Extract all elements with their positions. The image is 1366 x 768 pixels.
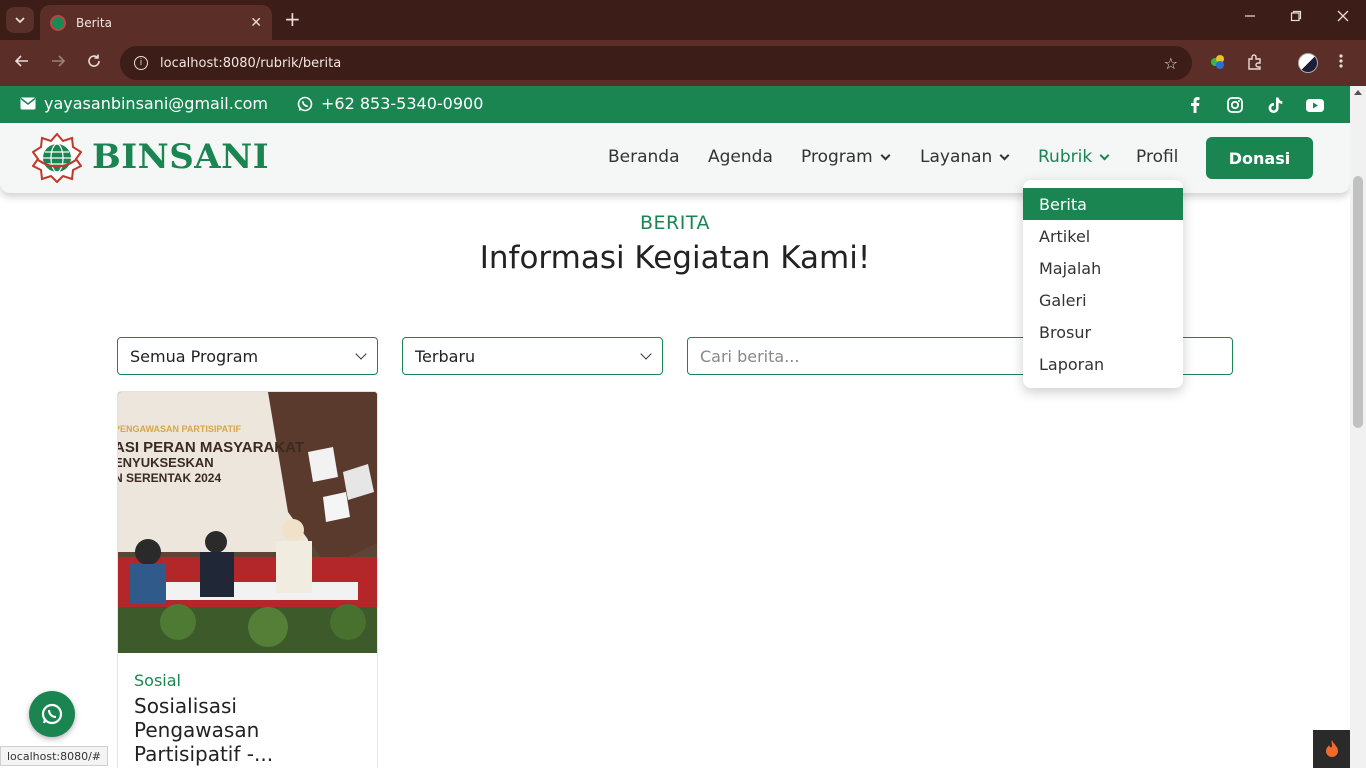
- dropdown-item-majalah[interactable]: Majalah: [1023, 252, 1183, 284]
- favicon-icon: [50, 14, 66, 31]
- dropdown-item-berita[interactable]: Berita: [1023, 188, 1183, 220]
- reload-icon: [88, 54, 100, 67]
- nav-profil[interactable]: Profil: [1136, 147, 1178, 167]
- banner-line-2: ASI PERAN MASYARAKAT: [118, 439, 304, 456]
- banner-line-1: PENGAWASAN PARTISIPATIF: [118, 424, 242, 434]
- scroll-up-arrow-icon[interactable]: [1354, 90, 1362, 95]
- bookmark-star-icon[interactable]: ☆: [1164, 54, 1178, 73]
- tab-search-button[interactable]: [6, 7, 34, 33]
- event-photo: PENGAWASAN PARTISIPATIF ASI PERAN MASYAR…: [118, 392, 377, 653]
- browser-tab-active[interactable]: Berita ✕: [40, 5, 272, 40]
- arrow-right-icon: [52, 55, 66, 67]
- forward-button[interactable]: [50, 53, 66, 73]
- whatsapp-float-button[interactable]: [29, 691, 75, 737]
- chevron-down-icon: [640, 347, 652, 360]
- envelope-icon: [20, 97, 36, 110]
- url-text: localhost:8080/rubrik/berita: [160, 55, 342, 71]
- page-scrollbar[interactable]: [1350, 86, 1366, 768]
- nav-program-label: Program: [801, 147, 873, 167]
- tab-title: Berita: [76, 15, 112, 30]
- banner-line-3: ENYUKSESKAN: [118, 455, 214, 470]
- news-card-title[interactable]: Sosialisasi Pengawasan Partisipatif -...: [134, 694, 334, 766]
- new-tab-button[interactable]: +: [284, 9, 301, 29]
- dropdown-item-laporan[interactable]: Laporan: [1023, 348, 1183, 380]
- donate-button[interactable]: Donasi: [1206, 137, 1313, 179]
- dropdown-item-brosur[interactable]: Brosur: [1023, 316, 1183, 348]
- dropdown-item-galeri[interactable]: Galeri: [1023, 284, 1183, 316]
- phone-text: +62 853-5340-0900: [321, 94, 484, 113]
- program-filter-select[interactable]: Semua Program: [117, 337, 378, 375]
- program-filter-value: Semua Program: [130, 346, 259, 366]
- close-icon: [1337, 10, 1349, 22]
- link-status-bar: localhost:8080/#: [0, 746, 108, 766]
- news-card-image[interactable]: PENGAWASAN PARTISIPATIF ASI PERAN MASYAR…: [118, 392, 377, 653]
- nav-rubrik[interactable]: Rubrik: [1038, 147, 1110, 167]
- news-card-category[interactable]: Sosial: [134, 671, 181, 690]
- dropdown-item-artikel[interactable]: Artikel: [1023, 220, 1183, 252]
- chevron-down-icon: [880, 150, 891, 160]
- address-bar[interactable]: i localhost:8080/rubrik/berita ☆: [120, 46, 1192, 80]
- news-card[interactable]: PENGAWASAN PARTISIPATIF ASI PERAN MASYAR…: [117, 391, 378, 768]
- flame-icon[interactable]: [1313, 730, 1350, 768]
- nav-program[interactable]: Program: [801, 147, 891, 167]
- restore-window-button[interactable]: [1290, 10, 1302, 26]
- reload-button[interactable]: [86, 53, 102, 73]
- nav-beranda-label: Beranda: [608, 147, 680, 167]
- web-page: yayasanbinsani@gmail.com +62 853-5340-09…: [0, 86, 1350, 768]
- tiktok-icon[interactable]: [1265, 95, 1285, 115]
- scrollbar-thumb[interactable]: [1353, 176, 1363, 428]
- close-tab-icon[interactable]: ✕: [250, 15, 262, 31]
- chevron-down-icon: [1099, 150, 1110, 160]
- whatsapp-icon: [41, 703, 63, 725]
- extension-colorful-icon[interactable]: [1209, 53, 1227, 75]
- nav-beranda[interactable]: Beranda: [608, 147, 680, 167]
- email-text: yayasanbinsani@gmail.com: [44, 94, 268, 113]
- binsani-logo-icon[interactable]: [32, 133, 82, 183]
- sort-select[interactable]: Terbaru: [402, 337, 663, 375]
- nav-agenda-label: Agenda: [708, 147, 773, 167]
- rubrik-dropdown-menu: Berita Artikel Majalah Galeri Brosur Lap…: [1023, 180, 1183, 388]
- browser-toolbar: i localhost:8080/rubrik/berita ☆: [0, 40, 1366, 86]
- nav-rubrik-label: Rubrik: [1038, 147, 1093, 167]
- brand-name[interactable]: BINSANI: [92, 137, 269, 177]
- site-info-icon[interactable]: i: [134, 56, 148, 70]
- restore-icon: [1290, 10, 1302, 22]
- chevron-down-icon: [355, 347, 367, 360]
- nav-profil-label: Profil: [1136, 147, 1179, 167]
- browser-menu-icon[interactable]: [1338, 53, 1344, 73]
- phone-link[interactable]: +62 853-5340-0900: [297, 94, 483, 113]
- banner-line-4: N SERENTAK 2024: [118, 471, 221, 485]
- minimize-window-button[interactable]: [1244, 10, 1256, 26]
- minimize-icon: [1245, 15, 1255, 17]
- chevron-down-icon: [15, 17, 25, 24]
- nav-agenda[interactable]: Agenda: [708, 147, 773, 167]
- back-button[interactable]: [14, 53, 30, 73]
- contact-topbar: yayasanbinsani@gmail.com +62 853-5340-09…: [0, 86, 1350, 124]
- sort-value: Terbaru: [415, 346, 476, 366]
- facebook-icon[interactable]: [1185, 95, 1205, 115]
- youtube-icon[interactable]: [1305, 95, 1325, 115]
- profile-avatar[interactable]: [1298, 53, 1318, 73]
- arrow-left-icon: [14, 55, 28, 67]
- chevron-down-icon: [999, 150, 1010, 160]
- whatsapp-icon: [297, 96, 313, 111]
- email-link[interactable]: yayasanbinsani@gmail.com: [20, 94, 268, 113]
- nav-layanan-label: Layanan: [920, 147, 993, 167]
- nav-layanan[interactable]: Layanan: [920, 147, 1010, 167]
- close-window-button[interactable]: [1337, 10, 1349, 26]
- instagram-icon[interactable]: [1225, 95, 1245, 115]
- extensions-puzzle-icon[interactable]: [1246, 53, 1264, 75]
- browser-tab-strip: Berita ✕ +: [0, 0, 1366, 40]
